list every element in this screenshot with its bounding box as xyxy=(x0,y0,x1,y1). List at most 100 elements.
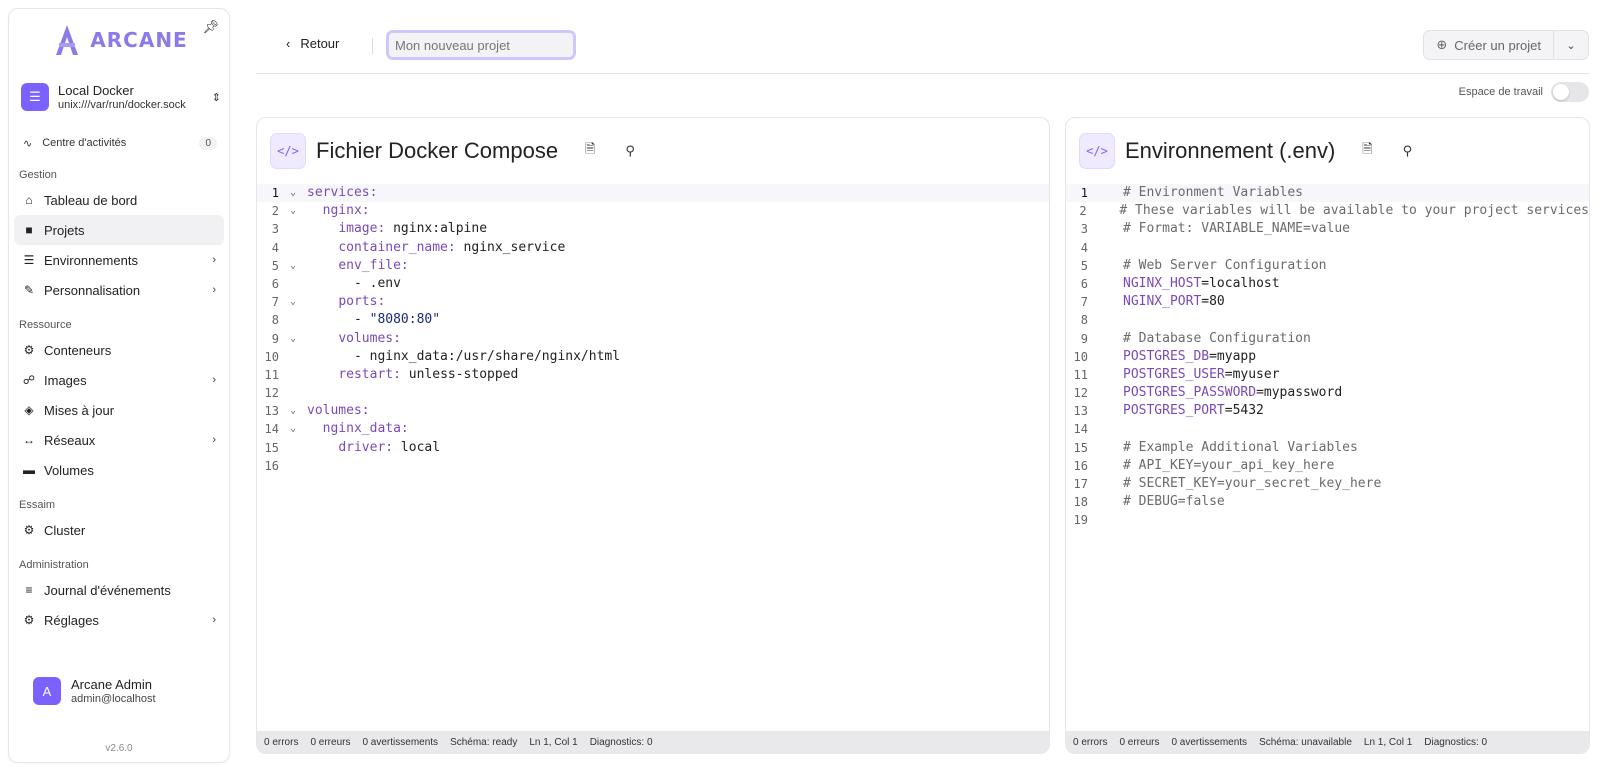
code-line[interactable]: 1 ⌄ services: xyxy=(257,184,1049,203)
code-token: POSTGRES_PORT xyxy=(1123,403,1225,419)
fold-chevron-icon[interactable]: ⌄ xyxy=(279,402,307,420)
fold-chevron-icon[interactable]: ⌄ xyxy=(279,257,307,275)
code-line[interactable]: 11 POSTGRES_USER=myuser xyxy=(1066,366,1589,384)
sidebar-item-volumes[interactable]: ▬ Volumes xyxy=(14,455,224,485)
project-name-input[interactable] xyxy=(386,30,576,60)
sidebar-item-dashboard[interactable]: ⌂ Tableau de bord xyxy=(14,185,224,215)
code-line[interactable]: 14 xyxy=(1066,420,1589,438)
workspace-toggle[interactable] xyxy=(1551,82,1589,102)
code-line[interactable]: 19 xyxy=(1066,511,1589,529)
code-line[interactable]: 8 xyxy=(1066,311,1589,329)
create-options-dropdown[interactable]: ⌄ xyxy=(1554,31,1588,59)
code-token: =mypassword xyxy=(1256,385,1343,401)
code-line[interactable]: 7 NGINX_PORT=80 xyxy=(1066,293,1589,311)
fold-chevron-icon xyxy=(1088,311,1123,329)
arcane-logo[interactable]: ARCANE xyxy=(50,23,187,57)
code-line[interactable]: 6 NGINX_HOST=localhost xyxy=(1066,275,1589,293)
code-line[interactable]: 7 ⌄ ports: xyxy=(257,293,1049,311)
back-button[interactable]: ‹ Retour xyxy=(286,36,339,51)
file-icon[interactable]: 🗎︎ xyxy=(578,139,602,163)
line-number: 1 xyxy=(1080,186,1088,200)
search-icon[interactable]: ⚲ xyxy=(1395,139,1419,163)
sidebar-item-updates[interactable]: ◈ Mises à jour xyxy=(14,395,224,425)
fold-chevron-icon xyxy=(1088,366,1123,384)
code-line[interactable]: 4 xyxy=(1066,239,1589,257)
code-line[interactable]: 17 # SECRET_KEY=your_secret_key_here xyxy=(1066,475,1589,493)
code-line[interactable]: 4 container_name: nginx_service xyxy=(257,239,1049,257)
sidebar-item-projects[interactable]: ■ Projets xyxy=(14,215,224,245)
compose-panel-title: Fichier Docker Compose xyxy=(316,137,559,163)
code-line[interactable]: 5 # Web Server Configuration xyxy=(1066,257,1589,275)
code-line[interactable]: 14 ⌄ nginx_data: xyxy=(257,420,1049,438)
container-icon: ⚙ xyxy=(23,343,35,357)
code-line[interactable]: 11 restart: unless-stopped xyxy=(257,366,1049,384)
code-line[interactable]: 12 POSTGRES_PASSWORD=mypassword xyxy=(1066,384,1589,402)
code-token: volumes: xyxy=(338,330,401,346)
create-project-button[interactable]: ⊕ Créer un projet xyxy=(1424,31,1554,59)
environment-switcher[interactable]: ☰ Local Docker unix:///var/run/docker.so… xyxy=(21,77,221,117)
activity-count-badge: 0 xyxy=(199,136,217,150)
compose-code-editor[interactable]: 1 ⌄ services: 2 ⌄ nginx: 3 image: nginx:alpin… xyxy=(257,184,1049,731)
env-panel-header: </> Environnement (.env) 🗎︎ ⚲ xyxy=(1066,118,1589,183)
line-number: 3 xyxy=(271,222,279,237)
fold-chevron-icon[interactable]: ⌄ xyxy=(279,202,307,220)
code-line[interactable]: 9 # Database Configuration xyxy=(1066,330,1589,348)
code-line[interactable]: 8 - "8080:80" xyxy=(257,311,1049,329)
code-line[interactable]: 6 - .env xyxy=(257,275,1049,293)
activity-center[interactable]: ∿ Centre d'activités 0 xyxy=(23,131,217,155)
code-line[interactable]: 10 - nginx_data:/usr/share/nginx/html xyxy=(257,348,1049,366)
code-line[interactable]: 2 ⌄ nginx: xyxy=(257,202,1049,220)
sidebar-item-networks[interactable]: ↔ Réseaux › xyxy=(14,425,224,455)
code-line[interactable]: 10 POSTGRES_DB=myapp xyxy=(1066,348,1589,366)
code-token: =localhost xyxy=(1201,275,1280,291)
fold-chevron-icon[interactable]: ⌄ xyxy=(279,184,307,202)
code-line[interactable]: 12 xyxy=(257,384,1049,402)
pin-icon[interactable]: 📌︎ xyxy=(202,19,219,35)
line-number: 15 xyxy=(1073,440,1088,455)
sidebar-item-containers[interactable]: ⚙ Conteneurs xyxy=(14,335,224,365)
code-text: POSTGRES_DB=myapp xyxy=(1123,348,1256,366)
fold-chevron-icon xyxy=(1088,402,1123,420)
line-number: 10 xyxy=(1073,349,1088,364)
sidebar-item-events[interactable]: ≡ Journal d'événements xyxy=(14,575,224,605)
code-line[interactable]: 16 xyxy=(257,457,1049,475)
code-icon: </> xyxy=(1079,132,1115,169)
code-line[interactable]: 18 # DEBUG=false xyxy=(1066,493,1589,511)
env-code-editor[interactable]: 1 # Environment Variables 2 # These variabl… xyxy=(1066,184,1589,731)
code-line[interactable]: 13 POSTGRES_PORT=5432 xyxy=(1066,402,1589,420)
code-line[interactable]: 2 # These variables will be available to … xyxy=(1066,202,1589,220)
code-line[interactable]: 5 ⌄ env_file: xyxy=(257,257,1049,275)
chevron-left-icon: ‹ xyxy=(286,36,291,51)
status-errors: 0 errors xyxy=(264,736,299,748)
code-line[interactable]: 15 driver: local xyxy=(257,439,1049,457)
fold-chevron-icon xyxy=(1088,257,1123,275)
fold-chevron-icon[interactable]: ⌄ xyxy=(279,420,307,438)
line-number: 9 xyxy=(1080,331,1088,346)
code-line[interactable]: 1 # Environment Variables xyxy=(1066,184,1589,203)
sidebar-item-settings[interactable]: ⚙ Réglages › xyxy=(14,605,224,635)
search-icon[interactable]: ⚲ xyxy=(618,139,642,163)
fold-chevron-icon[interactable]: ⌄ xyxy=(279,293,307,311)
code-line[interactable]: 16 # API_KEY=your_api_key_here xyxy=(1066,457,1589,475)
user-menu[interactable]: A Arcane Admin admin@localhost xyxy=(33,677,156,705)
fold-chevron-icon xyxy=(1088,293,1123,311)
cluster-icon: ⚙ xyxy=(23,523,35,537)
line-number: 8 xyxy=(1080,313,1088,328)
fold-chevron-icon xyxy=(279,220,307,238)
sidebar-item-cluster[interactable]: ⚙ Cluster xyxy=(14,515,224,545)
user-email: admin@localhost xyxy=(71,693,156,705)
package-icon: ◈ xyxy=(24,403,34,417)
code-line[interactable]: 13 ⌄ volumes: xyxy=(257,402,1049,420)
sidebar-item-customization[interactable]: ✎ Personnalisation › xyxy=(14,275,224,305)
code-line[interactable]: 15 # Example Additional Variables xyxy=(1066,439,1589,457)
sidebar-item-environments[interactable]: ☰ Environnements › xyxy=(14,245,224,275)
sidebar-item-images[interactable]: ☍ Images › xyxy=(14,365,224,395)
code-line[interactable]: 9 ⌄ volumes: xyxy=(257,330,1049,348)
fold-chevron-icon[interactable]: ⌄ xyxy=(279,330,307,348)
code-token: driver: xyxy=(338,439,394,455)
code-line[interactable]: 3 # Format: VARIABLE_NAME=value xyxy=(1066,220,1589,238)
code-token: # DEBUG=false xyxy=(1123,494,1225,510)
code-line[interactable]: 3 image: nginx:alpine xyxy=(257,220,1049,238)
page-header: ‹ Retour ⊕ Créer un projet ⌄ xyxy=(256,28,1589,74)
file-icon[interactable]: 🗎︎ xyxy=(1355,139,1379,163)
